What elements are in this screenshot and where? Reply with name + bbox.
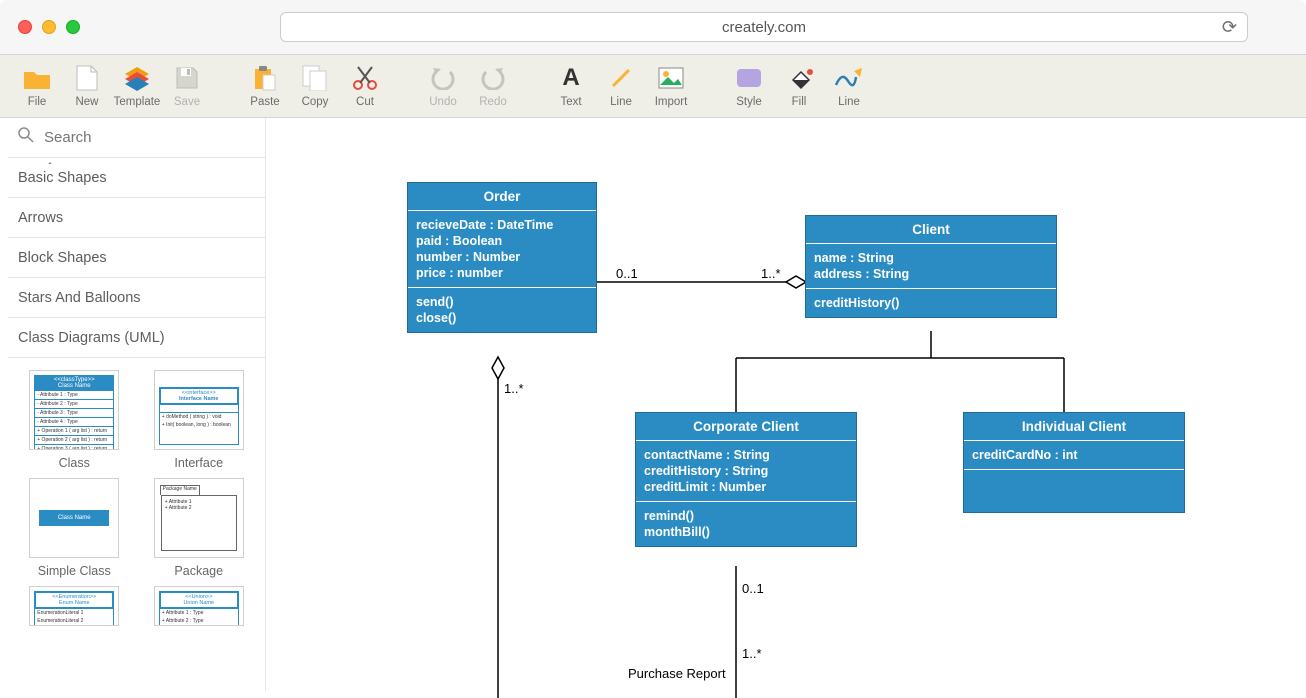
text-button[interactable]: A Text [546,56,596,116]
paste-button[interactable]: Paste [240,56,290,116]
reload-icon[interactable]: ⟳ [1222,17,1237,38]
template-icon [122,64,152,92]
collapse-arrow-icon [45,162,57,164]
uml-title: Order [408,183,596,211]
copy-icon [300,64,330,92]
shape-category-basic[interactable]: Basic Shapes [8,158,265,198]
browser-chrome: creately.com ⟳ [0,0,1306,55]
shape-package[interactable]: Package Name + Attribute 1 + Attribute 2… [141,478,258,578]
close-window-button[interactable] [18,20,32,34]
svg-text:1..*: 1..* [504,381,524,396]
uml-title: Individual Client [964,413,1184,441]
copy-button[interactable]: Copy [290,56,340,116]
url-text: creately.com [722,19,806,36]
cut-button[interactable]: Cut [340,56,390,116]
import-icon [656,64,686,92]
shape-class[interactable]: <<classType>>Class Name - Attribute 1 : … [16,370,133,470]
line-style-icon [834,64,864,92]
uml-attrs: name : String address : String [806,244,1056,289]
zoom-window-button[interactable] [66,20,80,34]
save-icon [172,64,202,92]
left-panel: Basic Shapes Arrows Block Shapes Stars A… [8,118,266,691]
uml-corporate-client[interactable]: Corporate Client contactName : String cr… [635,412,857,547]
redo-button[interactable]: Redo [468,56,518,116]
new-file-icon [72,64,102,92]
cut-icon [350,64,380,92]
svg-text:Purchase Report: Purchase Report [628,666,726,681]
search-row [8,118,265,158]
uml-title: Corporate Client [636,413,856,441]
uml-order[interactable]: Order recieveDate : DateTime paid : Bool… [407,182,597,333]
shape-grid: <<classType>>Class Name - Attribute 1 : … [8,358,265,638]
undo-icon [428,64,458,92]
traffic-lights [18,20,80,34]
uml-individual-client[interactable]: Individual Client creditCardNo : int [963,412,1185,513]
uml-attrs: contactName : String creditHistory : Str… [636,441,856,502]
undo-button[interactable]: Undo [418,56,468,116]
shape-category-stars[interactable]: Stars And Balloons [8,278,265,318]
search-input[interactable] [44,129,255,146]
paste-icon [250,64,280,92]
shape-interface[interactable]: <<interface>>Interface Name + doMethod (… [141,370,258,470]
file-button[interactable]: File [12,56,62,116]
toolbar: File New Template Save Paste Copy Cut [0,55,1306,118]
import-button[interactable]: Import [646,56,696,116]
shape-union[interactable]: <<Union>>Union Name + Attribute 1 : Type… [141,586,258,626]
line-insert-button[interactable]: Line [596,56,646,116]
uml-ops [964,470,1184,512]
svg-text:0..1: 0..1 [616,266,638,281]
uml-title: Client [806,216,1056,244]
style-icon [734,64,764,92]
save-button[interactable]: Save [162,56,212,116]
folder-icon [22,64,52,92]
canvas[interactable]: 0..1 1..* 1..* 0..1 1..* Purchase Report… [266,118,1306,691]
url-bar[interactable]: creately.com ⟳ [280,12,1248,42]
uml-ops: send() close() [408,288,596,332]
search-icon [18,127,34,148]
template-button[interactable]: Template [112,56,162,116]
shape-category-block[interactable]: Block Shapes [8,238,265,278]
uml-ops: remind() monthBill() [636,502,856,546]
fill-icon [784,64,814,92]
new-button[interactable]: New [62,56,112,116]
uml-ops: creditHistory() [806,289,1056,317]
svg-text:1..*: 1..* [761,266,781,281]
fill-button[interactable]: Fill [774,56,824,116]
uml-attrs: creditCardNo : int [964,441,1184,470]
shape-category-uml[interactable]: Class Diagrams (UML) [8,318,265,358]
uml-client[interactable]: Client name : String address : String cr… [805,215,1057,318]
shape-category-arrows[interactable]: Arrows [8,198,265,238]
svg-text:1..*: 1..* [742,646,762,661]
shape-enum[interactable]: <<Enumeration>>Enum Name EnumerationLite… [16,586,133,626]
svg-text:0..1: 0..1 [742,581,764,596]
uml-attrs: recieveDate : DateTime paid : Boolean nu… [408,211,596,288]
shape-simple-class[interactable]: Class Name Simple Class [16,478,133,578]
text-icon: A [556,64,586,92]
minimize-window-button[interactable] [42,20,56,34]
redo-icon [478,64,508,92]
line-icon [606,64,636,92]
style-button[interactable]: Style [724,56,774,116]
line-style-button[interactable]: Line [824,56,874,116]
